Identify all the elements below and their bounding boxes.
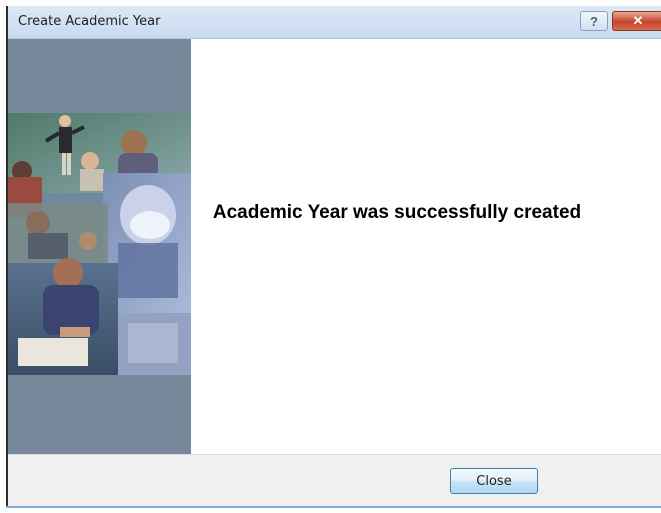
- photo-collage-art: [8, 113, 191, 375]
- dialog-content: Academic Year was successfully created: [8, 39, 661, 454]
- window-title: Create Academic Year: [18, 14, 161, 29]
- dialog-window: Create Academic Year ? ✕ Academic Year w…: [6, 6, 661, 507]
- message-area: Academic Year was successfully created: [191, 39, 661, 454]
- side-banner: [8, 39, 191, 454]
- success-message: Academic Year was successfully created: [212, 202, 582, 223]
- button-footer: Close: [8, 454, 661, 507]
- title-bar[interactable]: Create Academic Year ? ✕: [8, 6, 661, 39]
- close-button[interactable]: Close: [450, 468, 538, 494]
- close-icon[interactable]: ✕: [612, 11, 661, 31]
- window-bottom-edge: [6, 506, 661, 508]
- education-photo-collage: [8, 113, 191, 375]
- help-icon[interactable]: ?: [580, 11, 608, 31]
